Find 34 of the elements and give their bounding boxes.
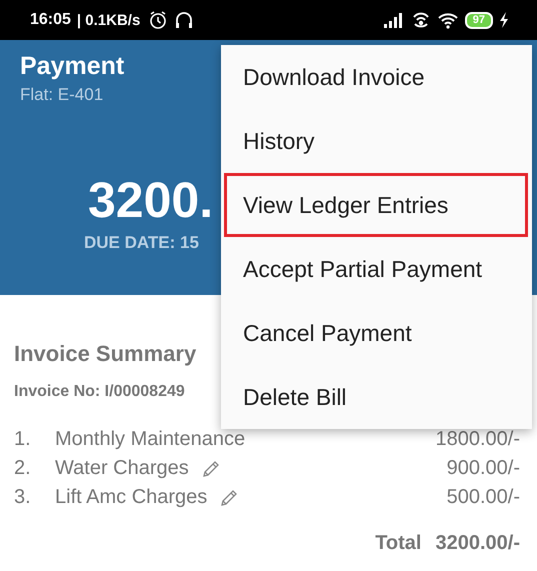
item-amount: 900.00/- — [446, 457, 520, 480]
hotspot-icon — [410, 11, 431, 29]
alarm-icon — [148, 10, 168, 30]
item-name: Monthly Maintenance — [55, 428, 246, 451]
invoice-number: Invoice No: I/00008249 — [14, 383, 185, 401]
headphones-icon — [174, 10, 194, 30]
menu-item[interactable]: Accept Partial Payment — [224, 237, 528, 301]
item-amount: 1800.00/- — [435, 428, 520, 451]
menu-item[interactable]: History — [224, 109, 528, 173]
battery-icon: 97 — [464, 12, 493, 28]
amount-text: 3200. — [87, 171, 214, 229]
item-index: 1. — [14, 428, 32, 451]
signal-icon — [382, 12, 405, 28]
item-name: Lift Amc Charges — [55, 486, 208, 509]
clock-text: 16:05 — [30, 11, 71, 29]
menu-item[interactable]: Cancel Payment — [224, 301, 528, 365]
charging-icon — [499, 12, 509, 28]
pencil-icon[interactable] — [200, 458, 221, 478]
network-speed-text: | 0.1KB/s — [76, 12, 140, 28]
wifi-icon — [436, 11, 459, 29]
menu-item[interactable]: View Ledger Entries — [224, 173, 528, 237]
pencil-icon[interactable] — [219, 488, 240, 508]
item-index: 3. — [14, 486, 32, 509]
menu-item[interactable]: Delete Bill — [224, 365, 528, 429]
item-index: 2. — [14, 457, 32, 480]
due-date-text: DUE DATE: 15 — [83, 233, 199, 253]
item-name: Water Charges — [55, 457, 189, 480]
total-amount: 3200.00/- — [435, 532, 520, 555]
page-title: Payment — [20, 52, 124, 81]
section-title: Invoice Summary — [14, 341, 196, 367]
item-amount: 500.00/- — [446, 486, 520, 509]
menu-item[interactable]: Download Invoice — [224, 45, 528, 109]
total-label: Total — [375, 532, 422, 555]
flat-label: Flat: E-401 — [20, 85, 104, 105]
